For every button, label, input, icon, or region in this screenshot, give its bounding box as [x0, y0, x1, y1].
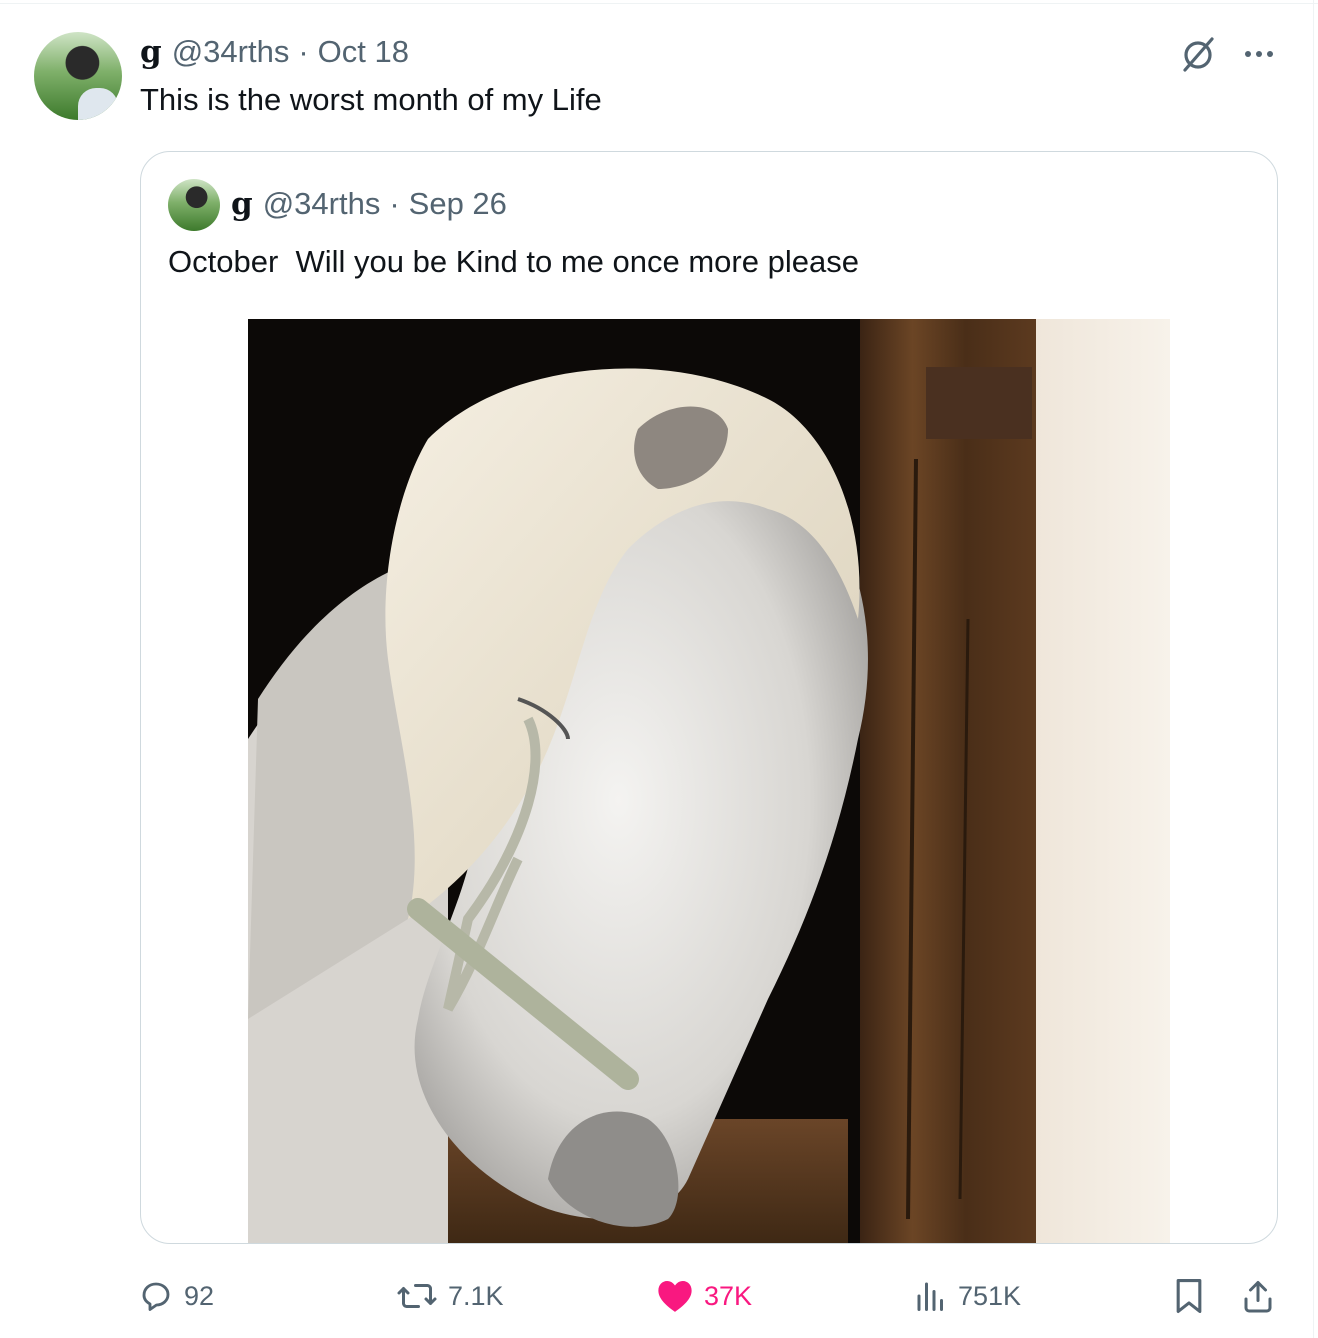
repost-icon — [397, 1284, 437, 1308]
quoted-tweet-image[interactable] — [248, 319, 1170, 1244]
quoted-header-separator: · — [389, 186, 400, 221]
bookmark-button[interactable] — [1172, 1272, 1206, 1320]
views-icon — [917, 1282, 943, 1311]
quoted-tweet-header: g @34rths · Sep 26 — [231, 186, 507, 222]
quoted-tweet-date[interactable]: Sep 26 — [409, 186, 507, 222]
top-divider — [0, 3, 1318, 4]
quoted-author-avatar[interactable] — [168, 179, 220, 231]
repost-button[interactable]: 7.1K — [396, 1272, 504, 1320]
tweet-top-actions — [1178, 34, 1278, 74]
repost-count: 7.1K — [448, 1280, 504, 1311]
header-separator: · — [298, 34, 309, 69]
reply-count: 92 — [184, 1280, 215, 1311]
tweet-date[interactable]: Oct 18 — [318, 34, 409, 70]
avatar-figure — [78, 88, 118, 120]
right-divider — [1313, 0, 1314, 1338]
quoted-author-name[interactable]: g — [231, 186, 253, 222]
tweet-header: g @34rths · Oct 18 — [140, 34, 409, 72]
share-icon — [1244, 1281, 1272, 1313]
bookmark-icon — [1176, 1279, 1202, 1313]
heart-icon — [658, 1280, 692, 1312]
like-button[interactable]: 37K — [656, 1272, 752, 1320]
reply-icon — [142, 1282, 170, 1311]
quoted-tweet-card[interactable]: g @34rths · Sep 26 October Will you be K… — [140, 151, 1278, 1244]
author-handle[interactable]: @34rths — [172, 34, 290, 70]
views-button[interactable]: 751K — [914, 1272, 1021, 1320]
more-icon[interactable] — [1240, 34, 1278, 74]
tweet-page: g @34rths · Oct 18 This is the worst mon… — [0, 0, 1318, 1338]
quoted-author-handle[interactable]: @34rths — [263, 186, 381, 222]
grok-icon[interactable] — [1178, 34, 1218, 74]
reply-button[interactable]: 92 — [138, 1272, 214, 1320]
tweet-action-bar: 92 7.1K 37K 751K — [0, 1272, 1318, 1320]
views-count: 751K — [958, 1280, 1022, 1311]
author-avatar[interactable] — [34, 32, 122, 120]
share-button[interactable] — [1240, 1272, 1276, 1320]
author-name[interactable]: g — [140, 34, 162, 70]
like-count: 37K — [704, 1280, 753, 1311]
tweet-text: This is the worst month of my Life — [140, 82, 602, 117]
quoted-tweet-text: October Will you be Kind to me once more… — [168, 244, 859, 279]
